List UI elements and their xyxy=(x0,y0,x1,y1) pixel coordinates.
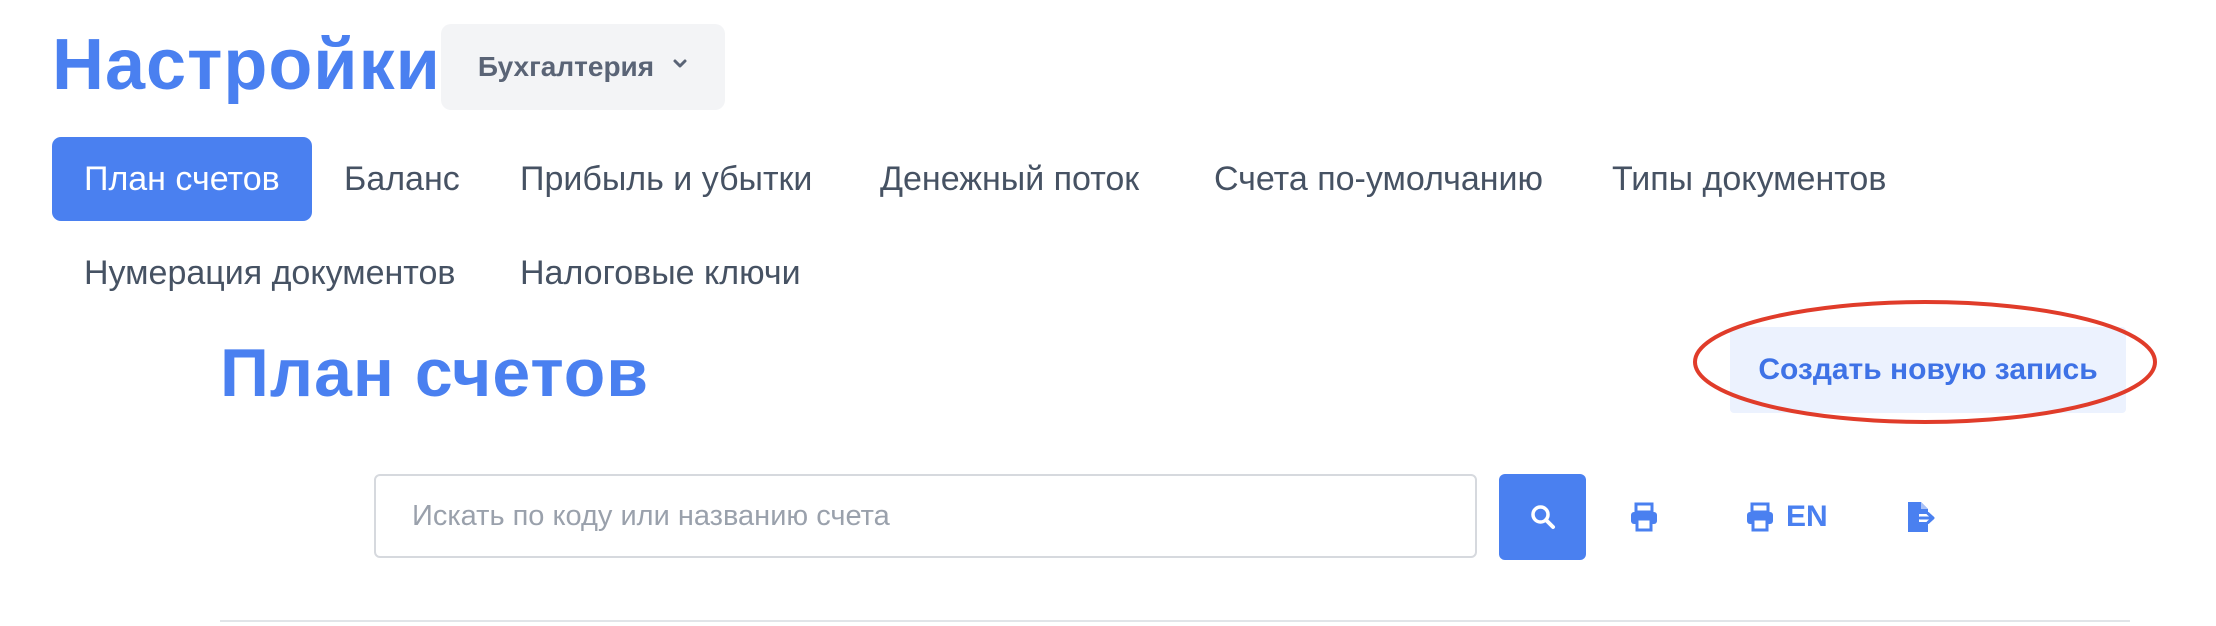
page-title: Настройки xyxy=(52,25,441,105)
print-button[interactable] xyxy=(1628,490,1660,544)
module-select-value: Бухгалтерия xyxy=(477,51,655,82)
tab-tax-keys[interactable]: Налоговые ключи xyxy=(520,231,801,315)
create-record-button[interactable]: Создать новую запись xyxy=(1730,327,2126,413)
search-button[interactable] xyxy=(1499,474,1586,560)
print-icon xyxy=(1747,502,1773,532)
export-button[interactable] xyxy=(1904,490,1938,544)
tab-cash-flow[interactable]: Денежный поток xyxy=(880,137,1139,221)
print-icon xyxy=(1631,502,1657,532)
search-input[interactable] xyxy=(374,474,1477,558)
print-en-button[interactable]: EN xyxy=(1744,490,1828,544)
module-select[interactable]: Бухгалтерия xyxy=(441,24,725,110)
tab-document-types[interactable]: Типы документов xyxy=(1612,137,1886,221)
search-icon xyxy=(1530,505,1555,529)
tab-document-numbering[interactable]: Нумерация документов xyxy=(84,231,455,315)
chevron-down-icon xyxy=(673,59,687,68)
print-en-label: EN xyxy=(1786,500,1828,533)
tab-balance[interactable]: Баланс xyxy=(344,137,460,221)
section-divider xyxy=(220,620,2130,622)
tab-default-accounts[interactable]: Счета по-умолчанию xyxy=(1214,137,1543,221)
tab-profit-loss[interactable]: Прибыль и убытки xyxy=(520,137,812,221)
file-export-icon xyxy=(1908,502,1935,532)
section-title: План счетов xyxy=(220,335,650,411)
tab-chart-of-accounts[interactable]: План счетов xyxy=(52,137,312,221)
